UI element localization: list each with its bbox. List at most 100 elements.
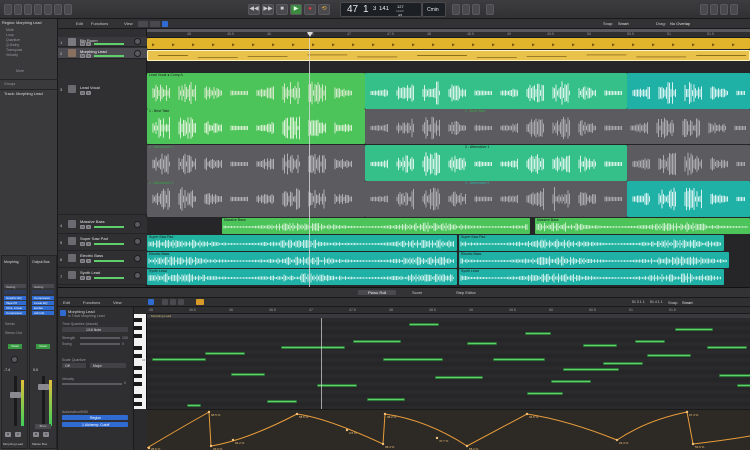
mute-button[interactable]: M xyxy=(5,432,11,437)
region-morphing-lead[interactable] xyxy=(147,50,750,61)
play-button[interactable]: ▶ xyxy=(290,4,302,15)
read-button[interactable]: Read xyxy=(8,344,22,349)
track-inspector-header[interactable]: Track: Morphing Lead xyxy=(4,91,43,96)
smart-controls-button[interactable] xyxy=(44,4,52,15)
pan-knob[interactable] xyxy=(134,38,141,45)
pan-knob[interactable] xyxy=(11,356,18,363)
snap-value[interactable]: Smart xyxy=(618,21,629,26)
functions-menu[interactable]: Functions xyxy=(83,300,100,305)
pan-knob[interactable] xyxy=(134,221,141,228)
lcd-display[interactable]: 47 1 3 141 127 KEEP 4/4 xyxy=(340,2,422,17)
piano-keyboard[interactable]: C3 xyxy=(134,314,147,409)
mute-button[interactable]: M xyxy=(80,42,85,46)
scale-type-select[interactable]: Major xyxy=(90,363,126,368)
setting-button[interactable]: Setting xyxy=(4,284,26,289)
library-button[interactable] xyxy=(4,4,12,15)
setting-button[interactable]: Setting xyxy=(32,284,54,289)
volume-slider[interactable] xyxy=(94,277,124,279)
solo-button[interactable]: S xyxy=(86,242,91,246)
midi-note[interactable] xyxy=(281,346,345,349)
metronome-button[interactable] xyxy=(472,4,480,15)
note-grid[interactable] xyxy=(147,318,750,409)
midi-note[interactable] xyxy=(383,358,443,361)
midi-note[interactable] xyxy=(675,328,713,331)
flex-button[interactable] xyxy=(150,21,160,27)
notepad-button[interactable] xyxy=(700,4,708,15)
read-button[interactable]: Read xyxy=(36,344,50,349)
editors-button[interactable] xyxy=(64,4,72,15)
eq-thumbnail[interactable] xyxy=(4,290,26,294)
count-in-button[interactable] xyxy=(462,4,470,15)
loop-browser-button[interactable] xyxy=(710,4,718,15)
link-icon[interactable] xyxy=(196,299,204,305)
midi-note[interactable] xyxy=(603,362,643,365)
volume-slider[interactable] xyxy=(94,55,124,57)
help-button[interactable] xyxy=(24,4,32,15)
strength-slider[interactable] xyxy=(80,337,120,339)
pan-knob[interactable] xyxy=(134,238,141,245)
track-header-7[interactable]: 7 Synth Lead M S xyxy=(58,268,147,285)
automation-lane[interactable]: 25.6 % 96.5 % 29.6 % 94.2 % 58.5 % 0.5 % 38.4 … xyxy=(147,409,750,450)
drag-value[interactable]: No Overlap xyxy=(670,21,690,26)
mixer-button[interactable] xyxy=(54,4,62,15)
swing-slider[interactable] xyxy=(80,343,120,345)
pointer-tool[interactable] xyxy=(162,21,168,27)
pan-knob[interactable] xyxy=(134,272,141,279)
volume-slider[interactable] xyxy=(94,226,124,228)
solo-button[interactable]: S xyxy=(86,42,91,46)
plugin-slot-4[interactable]: Adt Info xyxy=(32,311,54,315)
region-button[interactable]: Region xyxy=(62,415,128,420)
collapse-icon[interactable] xyxy=(170,299,176,305)
track-header-5[interactable]: 5 Super Saw Pad M S xyxy=(58,234,147,251)
midi-note[interactable] xyxy=(409,323,439,326)
solo-button[interactable]: S xyxy=(15,432,21,437)
functions-menu[interactable]: Functions xyxy=(91,21,108,26)
midi-note[interactable] xyxy=(635,340,665,343)
editor-ruler[interactable]: 45 45.5 46 46.5 47 47.5 48 48.5 49 49.5 … xyxy=(147,307,750,314)
automation-param-select[interactable]: 1 Alchemy: Cutoff xyxy=(62,422,128,427)
track-name[interactable]: Massive Bass xyxy=(80,219,105,224)
midi-note[interactable] xyxy=(737,384,750,387)
pan-knob[interactable] xyxy=(134,50,141,57)
forward-button[interactable]: ▶▶ xyxy=(262,4,274,15)
midi-note[interactable] xyxy=(707,346,747,349)
tab-step-editor[interactable]: Step Editor xyxy=(456,290,476,295)
toolbar-button[interactable] xyxy=(34,4,42,15)
mute-button[interactable]: M xyxy=(33,432,39,437)
mute-button[interactable]: M xyxy=(80,54,85,58)
midi-note[interactable] xyxy=(435,376,483,379)
midi-note[interactable] xyxy=(317,384,357,387)
midi-note[interactable] xyxy=(719,374,750,377)
timeline-ruler[interactable]: 45 45.5 46 46.5 47 47.5 48 48.5 49 49.5 … xyxy=(147,29,750,38)
solo-button[interactable]: S xyxy=(43,432,49,437)
midi-note[interactable] xyxy=(231,373,265,376)
automation-icon[interactable] xyxy=(178,299,184,305)
midi-note[interactable] xyxy=(525,332,551,335)
midi-out-icon[interactable] xyxy=(162,299,168,305)
midi-note[interactable] xyxy=(527,392,563,395)
master-fader[interactable] xyxy=(38,384,49,390)
cycle-button[interactable]: ⟲ xyxy=(318,4,330,15)
eq-thumbnail[interactable] xyxy=(32,290,54,294)
plugin-slot-2[interactable]: Tape FX xyxy=(4,301,26,305)
master-volume-button[interactable] xyxy=(486,4,494,15)
apple-loops-button[interactable] xyxy=(730,4,738,15)
browser-button[interactable] xyxy=(720,4,728,15)
volume-fader[interactable] xyxy=(10,392,21,398)
mute-button[interactable]: M xyxy=(80,91,85,95)
plugin-slot-4[interactable]: Compressor xyxy=(4,311,26,315)
cycle-area[interactable] xyxy=(147,29,750,32)
track-header-2[interactable]: 2 Morphing Lead M S xyxy=(58,48,147,59)
automation-curve[interactable]: 25.6 %96.5 %29.6 %94.2 %58.5 %0.5 %38.4 … xyxy=(147,410,750,450)
mute-button[interactable]: M xyxy=(80,259,85,263)
snap-value[interactable]: Smart xyxy=(682,300,693,305)
edit-menu[interactable]: Edit xyxy=(63,300,70,305)
record-button[interactable]: ● xyxy=(304,4,316,15)
solo-button[interactable]: S xyxy=(86,54,91,58)
time-quantize-select[interactable]: 1/16 Note xyxy=(62,327,128,332)
track-header-6[interactable]: 6 Electric Bass M S xyxy=(58,251,147,268)
track-name[interactable]: Electric Bass xyxy=(80,253,103,258)
pan-knob[interactable] xyxy=(134,255,141,262)
view-menu[interactable]: View xyxy=(113,300,122,305)
scale-root-select[interactable]: Off xyxy=(62,363,86,368)
